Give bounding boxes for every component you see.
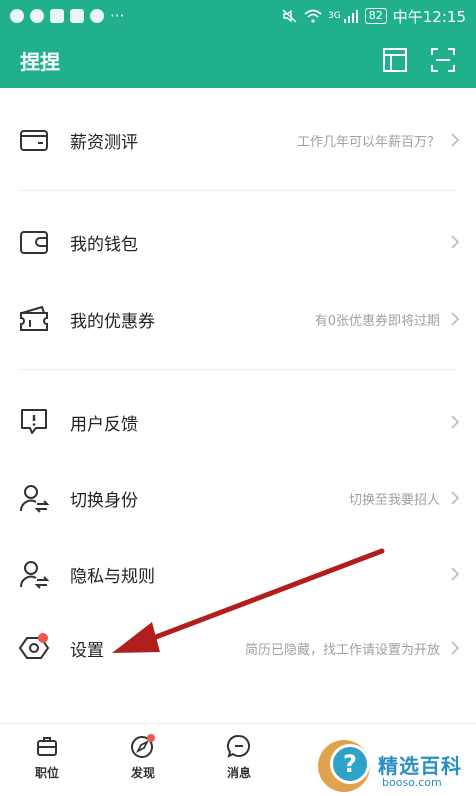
watermark-title: 精选百科 bbox=[378, 754, 462, 778]
gear-icon bbox=[19, 633, 49, 659]
bottom-tab-bar: 职位 发现 消息 ? 精选百科 booso.com bbox=[0, 723, 476, 796]
menu-item-label: 隐私与规则 bbox=[70, 566, 155, 587]
settings-badge bbox=[38, 633, 48, 643]
wifi-icon bbox=[304, 9, 322, 23]
switch-user-icon bbox=[19, 485, 50, 513]
card-icon bbox=[20, 130, 48, 151]
status-bar: ··· 3G 82 中午12:15 bbox=[0, 0, 476, 32]
chevron-right-icon bbox=[451, 133, 460, 147]
news-notification-icon bbox=[70, 9, 84, 23]
menu-item-label: 用户反馈 bbox=[70, 414, 138, 435]
chat-icon bbox=[227, 734, 250, 758]
tab-label: 职位 bbox=[34, 766, 59, 780]
wallet-icon bbox=[20, 231, 48, 254]
tab-messages[interactable]: 消息 bbox=[209, 734, 269, 781]
app-header: 捏捏 bbox=[0, 32, 476, 88]
menu-item-switch-identity[interactable]: 切换身份 切换至我要招人 bbox=[0, 460, 476, 536]
app-notification-icon bbox=[30, 9, 44, 23]
battery-indicator: 82 bbox=[364, 8, 387, 24]
menu-item-my-wallet[interactable]: 我的钱包 bbox=[0, 204, 476, 280]
chevron-right-icon bbox=[451, 415, 460, 429]
compass-icon bbox=[131, 734, 155, 758]
mail-notification-icon bbox=[50, 9, 64, 23]
privacy-user-icon bbox=[19, 561, 50, 589]
question-icon: ? bbox=[330, 744, 370, 784]
scan-icon[interactable] bbox=[430, 47, 456, 73]
signal-icon bbox=[343, 10, 358, 23]
chevron-right-icon bbox=[451, 491, 460, 505]
chevron-right-icon bbox=[451, 567, 460, 581]
menu-item-settings[interactable]: 设置 简历已隐藏，找工作请设置为开放 bbox=[0, 610, 476, 686]
menu-item-privacy-rules[interactable]: 隐私与规则 bbox=[0, 536, 476, 612]
tab-jobs[interactable]: 职位 bbox=[17, 734, 77, 781]
menu-item-hint: 有0张优惠券即将过期 bbox=[314, 313, 440, 329]
tab-discover[interactable]: 发现 bbox=[113, 734, 173, 781]
chat-notification-icon bbox=[10, 9, 24, 23]
layout-icon[interactable] bbox=[382, 47, 408, 73]
coupon-icon bbox=[20, 305, 48, 331]
feedback-icon bbox=[21, 409, 47, 434]
menu-item-my-coupons[interactable]: 我的优惠券 有0张优惠券即将过期 bbox=[0, 281, 476, 357]
menu-item-user-feedback[interactable]: 用户反馈 bbox=[0, 384, 476, 460]
watermark-logo: ? 精选百科 booso.com bbox=[318, 732, 476, 792]
network-type: 3G bbox=[328, 11, 341, 21]
clock: 中午12:15 bbox=[392, 7, 466, 26]
section-divider bbox=[20, 190, 456, 191]
chevron-right-icon bbox=[451, 641, 460, 655]
tab-label: 发现 bbox=[130, 766, 155, 780]
shield-notification-icon bbox=[90, 9, 104, 23]
watermark-url: booso.com bbox=[382, 776, 442, 789]
menu-item-label: 薪资测评 bbox=[70, 132, 138, 153]
discover-badge bbox=[147, 734, 155, 742]
mute-icon bbox=[282, 9, 297, 23]
menu-item-hint: 工作几年可以年薪百万？ bbox=[296, 134, 440, 150]
more-notifications: ··· bbox=[110, 7, 125, 25]
chevron-right-icon bbox=[451, 235, 460, 249]
menu-item-label: 我的优惠券 bbox=[70, 311, 155, 332]
menu-item-salary-evaluation[interactable]: 薪资测评 工作几年可以年薪百万？ bbox=[0, 102, 476, 178]
section-divider bbox=[20, 369, 456, 370]
briefcase-icon bbox=[37, 737, 57, 756]
tab-label: 消息 bbox=[226, 766, 251, 780]
menu-item-hint: 切换至我要招人 bbox=[348, 492, 440, 508]
menu-item-label: 切换身份 bbox=[70, 490, 138, 511]
menu-item-hint: 简历已隐藏，找工作请设置为开放 bbox=[244, 642, 440, 658]
page-title: 捏捏 bbox=[20, 49, 60, 74]
notification-icons: ··· bbox=[10, 7, 124, 25]
menu-item-label: 我的钱包 bbox=[70, 234, 138, 255]
menu-item-label: 设置 bbox=[70, 640, 104, 661]
chevron-right-icon bbox=[451, 312, 460, 326]
